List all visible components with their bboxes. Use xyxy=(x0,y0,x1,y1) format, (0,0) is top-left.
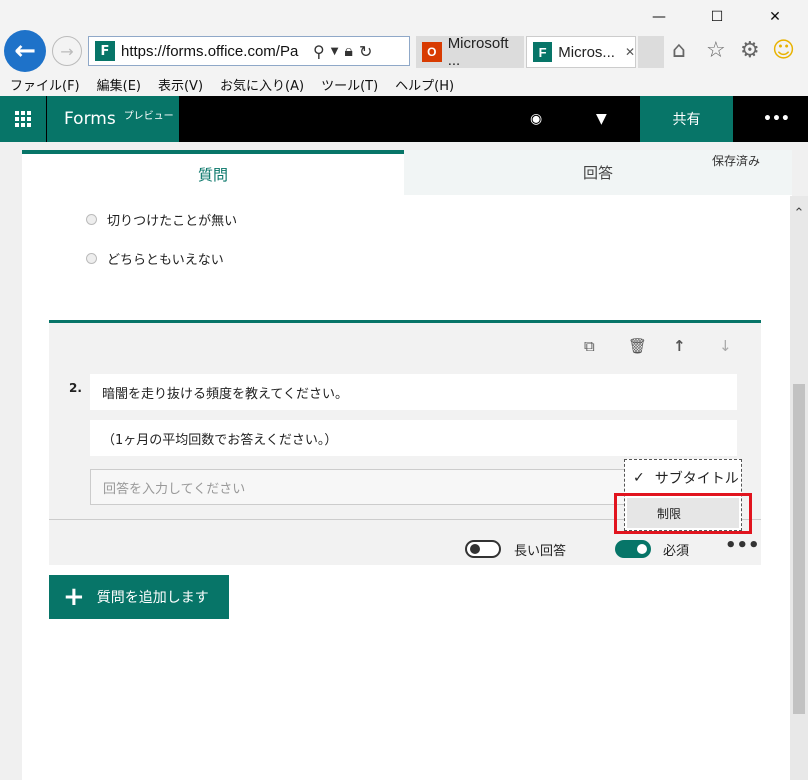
settings-gear-icon[interactable]: ⚙ xyxy=(740,38,760,63)
lock-icon[interactable]: 🔒︎ xyxy=(344,41,353,61)
tab-label: Micros... xyxy=(558,43,615,61)
radio-option[interactable]: どちらともいえない xyxy=(86,249,224,268)
add-question-button[interactable]: + 質問を追加します xyxy=(49,575,229,619)
plus-icon: + xyxy=(63,582,85,612)
menu-favorites[interactable]: お気に入り(A) xyxy=(220,75,304,94)
url-text[interactable]: https://forms.office.com/Pa xyxy=(121,43,307,60)
menu-subtitle-label: サブタイトル xyxy=(654,471,739,487)
theme-icon[interactable]: ▼ xyxy=(596,96,607,142)
maximize-button[interactable]: ☐ xyxy=(694,0,740,34)
question-title-field[interactable]: 暗闇を走り抜ける頻度を教えてください。 xyxy=(90,374,737,410)
scrollbar[interactable]: ⌃ xyxy=(790,196,808,780)
home-icon[interactable]: ⌂ xyxy=(672,38,686,63)
radio-option[interactable]: 切りつけたことが無い xyxy=(86,210,237,229)
trash-icon[interactable]: 🗑︎ xyxy=(628,337,647,355)
minimize-button[interactable]: — xyxy=(636,0,682,34)
question-subtitle-field[interactable]: （1ヶ月の平均回数でお答えください。） xyxy=(90,420,737,456)
saved-status: 保存済み xyxy=(712,154,761,168)
add-question-label: 質問を追加します xyxy=(96,590,209,606)
preview-eye-icon[interactable]: ◉ xyxy=(530,96,542,142)
tab-questions[interactable]: 質問 xyxy=(22,150,404,195)
question-more-icon[interactable]: ••• xyxy=(725,535,760,556)
long-answer-label: 長い回答 xyxy=(514,544,567,559)
share-button[interactable]: 共有 xyxy=(640,96,733,142)
menu-item-subtitle[interactable]: ✓ サブタイトル xyxy=(625,460,741,496)
tab-label: Microsoft ... xyxy=(447,35,509,69)
menu-view[interactable]: 表示(V) xyxy=(158,75,203,94)
close-window-button[interactable]: ✕ xyxy=(752,0,798,34)
browser-titlebar: — ☐ ✕ ← → F https://forms.office.com/Pa … xyxy=(0,0,808,72)
long-answer-toggle[interactable] xyxy=(465,540,501,558)
close-tab-icon[interactable]: ✕ xyxy=(625,45,635,59)
question-number: 2. xyxy=(69,381,82,395)
radio-circle-icon xyxy=(86,214,97,225)
option-label: どちらともいえない xyxy=(107,253,224,268)
app-launcher-icon[interactable] xyxy=(0,96,46,142)
scroll-thumb[interactable] xyxy=(793,384,805,714)
new-tab-button[interactable] xyxy=(638,36,664,68)
answer-input[interactable]: 回答を入力してください xyxy=(90,469,630,505)
browser-tab-office[interactable]: O Microsoft ... xyxy=(416,35,524,69)
move-up-icon[interactable]: ↑ xyxy=(673,337,686,355)
more-options-icon[interactable]: ••• xyxy=(763,96,790,142)
scroll-up-icon[interactable]: ⌃ xyxy=(790,206,808,221)
required-label: 必須 xyxy=(663,544,690,559)
refresh-icon[interactable]: ↻ xyxy=(359,42,372,61)
radio-circle-icon xyxy=(86,253,97,264)
menu-edit[interactable]: 編集(E) xyxy=(97,75,141,94)
forms-favicon-icon: F xyxy=(95,41,115,61)
app-header: Forms プレビュー ◉ ▼ 共有 ••• xyxy=(0,96,808,142)
forward-arrow-icon[interactable]: → xyxy=(52,36,82,66)
option-label: 切りつけたことが無い xyxy=(107,214,238,229)
preview-badge: プレビュー xyxy=(123,110,174,122)
smiley-feedback-icon[interactable]: ☺ xyxy=(772,38,795,63)
favorites-star-icon[interactable]: ☆ xyxy=(706,38,726,63)
menu-file[interactable]: ファイル(F) xyxy=(10,75,80,94)
highlight-box xyxy=(614,493,752,534)
app-name: Forms xyxy=(64,109,116,129)
dropdown-arrow-icon[interactable]: ▼ xyxy=(331,46,339,57)
forms-icon: F xyxy=(533,42,553,62)
required-toggle[interactable] xyxy=(615,540,651,558)
menu-bar: ファイル(F) 編集(E) 表示(V) お気に入り(A) ツール(T) ヘルプ(… xyxy=(0,72,808,96)
app-brand[interactable]: Forms プレビュー xyxy=(47,96,179,142)
copy-icon[interactable]: ⧉ xyxy=(584,337,595,355)
search-icon[interactable]: ⚲ xyxy=(313,42,325,61)
menu-help[interactable]: ヘルプ(H) xyxy=(395,75,454,94)
browser-tab-forms[interactable]: F Micros... ✕ xyxy=(526,36,636,68)
move-down-icon[interactable]: ↓ xyxy=(719,337,732,355)
checkmark-icon: ✓ xyxy=(633,470,645,486)
back-arrow-icon[interactable]: ← xyxy=(4,30,46,72)
office-icon: O xyxy=(422,42,442,62)
address-bar[interactable]: F https://forms.office.com/Pa ⚲ ▼ 🔒︎ ↻ xyxy=(88,36,410,66)
menu-tools[interactable]: ツール(T) xyxy=(321,75,378,94)
